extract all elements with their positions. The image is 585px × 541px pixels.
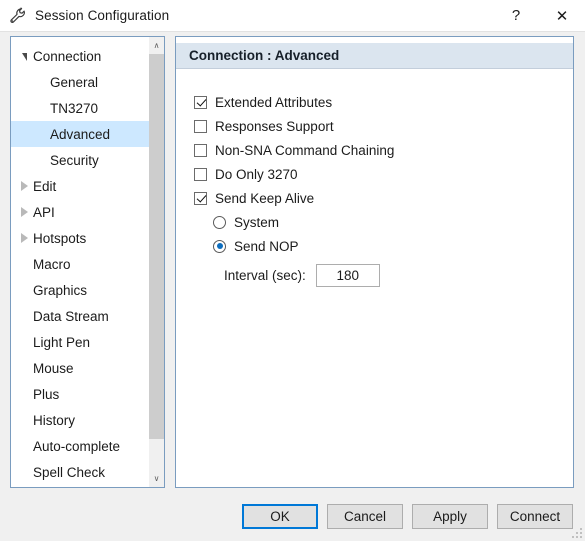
checkbox-label: Non-SNA Command Chaining <box>215 142 395 158</box>
collapse-arrow-icon[interactable] <box>16 233 33 243</box>
checkbox-non-sna-command-chaining[interactable] <box>194 143 207 157</box>
checkbox-label: Extended Attributes <box>215 94 333 110</box>
settings-tree-panel: Connection General TN3270 Advanced Security E… <box>10 36 165 488</box>
dialog-footer: OK Cancel Apply Connect <box>0 498 585 541</box>
expand-arrow-icon[interactable] <box>16 52 33 61</box>
radio-label: Send NOP <box>234 238 299 254</box>
content-header: Connection : Advanced <box>176 43 573 69</box>
triangle-right-icon <box>21 233 28 243</box>
sidebar-item-label: Advanced <box>50 126 111 142</box>
sidebar-item-history[interactable]: History <box>11 407 151 433</box>
checkbox-row-do-only-3270[interactable]: Do Only 3270 <box>176 162 573 186</box>
resize-grip-icon[interactable] <box>571 527 583 539</box>
sidebar-item-data-stream[interactable]: Data Stream <box>11 303 151 329</box>
window-title: Session Configuration <box>35 8 170 23</box>
sidebar-item-hotspots[interactable]: Hotspots <box>11 225 151 251</box>
checkbox-row-responses-support[interactable]: Responses Support <box>176 114 573 138</box>
sidebar-item-macro[interactable]: Macro <box>11 251 151 277</box>
apply-button[interactable]: Apply <box>412 504 488 529</box>
title-bar: Session Configuration ? ✕ <box>0 0 585 32</box>
sidebar-item-label: Connection <box>33 48 102 64</box>
sidebar-item-spell-check[interactable]: Spell Check <box>11 459 151 485</box>
settings-tree[interactable]: Connection General TN3270 Advanced Security E… <box>11 37 151 485</box>
sidebar-item-label: Plus <box>33 386 60 402</box>
sidebar-item-label: Light Pen <box>33 334 91 350</box>
content-panel: Connection : Advanced Extended Attribute… <box>175 36 574 488</box>
triangle-right-icon <box>21 207 28 217</box>
sidebar-item-label: General <box>50 74 99 90</box>
checkbox-extended-attributes[interactable] <box>194 95 207 109</box>
help-button[interactable]: ? <box>493 0 539 31</box>
sidebar-item-label: Spell Check <box>33 464 106 480</box>
content-body: Extended Attributes Responses Support Non-… <box>176 70 573 289</box>
sidebar-item-label: API <box>33 204 55 220</box>
checkbox-row-extended-attributes[interactable]: Extended Attributes <box>176 90 573 114</box>
sidebar-item-label: Macro <box>33 256 71 272</box>
radio-row-system[interactable]: System <box>176 210 573 234</box>
checkbox-row-non-sna-command-chaining[interactable]: Non-SNA Command Chaining <box>176 138 573 162</box>
triangle-down-icon <box>22 53 27 61</box>
checkbox-group: Extended Attributes Responses Support Non-… <box>176 90 573 210</box>
interval-label: Interval (sec): <box>224 267 306 283</box>
radio-system[interactable] <box>213 215 226 229</box>
collapse-arrow-icon[interactable] <box>16 181 33 191</box>
sidebar-item-advanced[interactable]: Advanced <box>11 121 151 147</box>
sidebar-item-label: Mouse <box>33 360 74 376</box>
sidebar-item-mouse[interactable]: Mouse <box>11 355 151 381</box>
sidebar-item-plus[interactable]: Plus <box>11 381 151 407</box>
radio-group: System Send NOP <box>176 210 573 258</box>
sidebar-item-label: Edit <box>33 178 57 194</box>
sidebar-item-graphics[interactable]: Graphics <box>11 277 151 303</box>
close-button[interactable]: ✕ <box>539 0 585 31</box>
checkbox-row-send-keep-alive[interactable]: Send Keep Alive <box>176 186 573 210</box>
scrollbar-thumb[interactable] <box>149 54 164 439</box>
radio-send-nop[interactable] <box>213 239 226 253</box>
triangle-right-icon <box>21 181 28 191</box>
sidebar-item-label: History <box>33 412 76 428</box>
sidebar-item-connection[interactable]: Connection <box>11 43 151 69</box>
sidebar-item-general[interactable]: General <box>11 69 151 95</box>
interval-row: Interval (sec): <box>176 261 573 289</box>
sidebar-item-light-pen[interactable]: Light Pen <box>11 329 151 355</box>
checkbox-label: Responses Support <box>215 118 334 134</box>
page-title: Connection : Advanced <box>189 48 340 63</box>
sidebar-item-label: Hotspots <box>33 230 87 246</box>
cancel-button[interactable]: Cancel <box>327 504 403 529</box>
sidebar-item-security[interactable]: Security <box>11 147 151 173</box>
sidebar-item-label: Security <box>50 152 99 168</box>
ok-button[interactable]: OK <box>242 504 318 529</box>
sidebar-item-label: Auto-complete <box>33 438 121 454</box>
wrench-icon <box>10 6 25 23</box>
scroll-down-arrow-icon[interactable]: ∨ <box>149 470 164 487</box>
checkbox-label: Do Only 3270 <box>215 166 298 182</box>
sidebar-item-edit[interactable]: Edit <box>11 173 151 199</box>
sidebar-item-label: Graphics <box>33 282 88 298</box>
radio-label: System <box>234 214 280 230</box>
radio-row-send-nop[interactable]: Send NOP <box>176 234 573 258</box>
checkbox-do-only-3270[interactable] <box>194 167 207 181</box>
sidebar-item-api[interactable]: API <box>11 199 151 225</box>
sidebar-item-auto-complete[interactable]: Auto-complete <box>11 433 151 459</box>
tree-scrollbar[interactable]: ∧ ∨ <box>149 37 164 487</box>
sidebar-item-label: TN3270 <box>50 100 99 116</box>
sidebar-item-label: Data Stream <box>33 308 109 324</box>
connect-button[interactable]: Connect <box>497 504 573 529</box>
interval-input[interactable] <box>315 263 380 287</box>
sidebar-item-tn3270[interactable]: TN3270 <box>11 95 151 121</box>
checkbox-responses-support[interactable] <box>194 119 207 133</box>
checkbox-send-keep-alive[interactable] <box>194 191 207 205</box>
checkbox-label: Send Keep Alive <box>215 190 315 206</box>
collapse-arrow-icon[interactable] <box>16 207 33 217</box>
scroll-up-arrow-icon[interactable]: ∧ <box>149 37 164 54</box>
